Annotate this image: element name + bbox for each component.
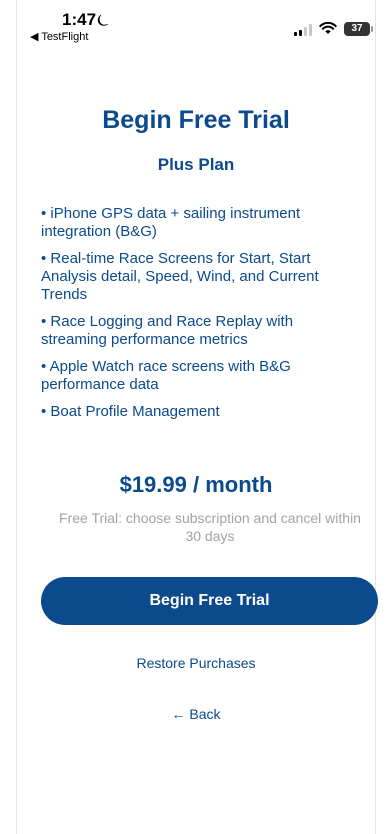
plan-name: Plus Plan [157, 155, 235, 174]
page-title: Begin Free Trial [102, 106, 290, 134]
feature-item: • Race Logging and Race Replay with stre… [41, 313, 294, 348]
feature-item: • Real-time Race Screens for Start, Star… [41, 250, 319, 303]
feature-item: • Apple Watch race screens with B&G perf… [41, 358, 291, 393]
back-to-app-link[interactable]: ◀ TestFlight [30, 30, 88, 43]
feature-item: • iPhone GPS data + sailing instrument i… [41, 205, 301, 240]
signal-icon [294, 24, 314, 36]
status-time: 1:47⏾ [62, 10, 109, 30]
back-button[interactable]: ← Back [16, 706, 376, 722]
feature-item: • Boat Profile Management [41, 403, 220, 420]
status-bar: 1:47⏾ ◀ TestFlight 37 [0, 0, 391, 50]
moon-icon: ⏾ [97, 12, 109, 29]
battery-icon: 37 [344, 22, 373, 36]
wifi-icon [319, 21, 337, 34]
status-time-text: 1:47 [62, 10, 97, 29]
battery-level: 37 [351, 23, 363, 34]
restore-purchases-link[interactable]: Restore Purchases [16, 655, 376, 671]
price-label: $19.99 / month [119, 472, 273, 497]
begin-free-trial-button[interactable]: Begin Free Trial [41, 577, 378, 625]
trial-note: Free Trial: choose subscription and canc… [59, 510, 361, 544]
feature-list: • iPhone GPS data + sailing instrument i… [41, 205, 361, 430]
